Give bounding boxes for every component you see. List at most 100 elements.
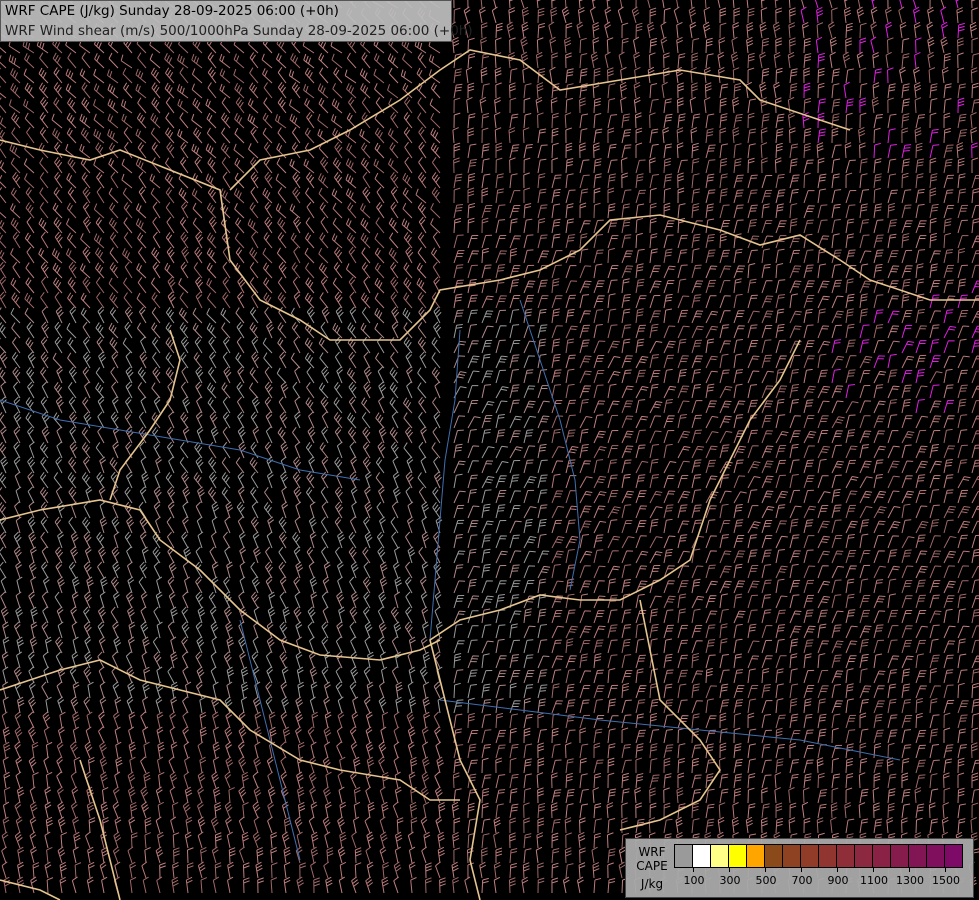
wind-barb (390, 186, 399, 204)
wind-barb (971, 625, 979, 639)
wind-barb (873, 114, 883, 129)
wind-barb (39, 187, 49, 204)
wind-barb (136, 263, 147, 279)
wind-barb (86, 711, 93, 729)
wind-barb (318, 97, 329, 114)
wind-barb (281, 666, 289, 684)
wind-barb (494, 127, 502, 144)
wind-barb (607, 414, 619, 429)
wind-barb (803, 324, 814, 339)
wind-barb (649, 98, 659, 114)
wind-barb (607, 490, 619, 504)
wind-barb (761, 174, 773, 189)
wind-barb (374, 262, 385, 279)
wind-barb (337, 771, 344, 789)
wind-barb (407, 516, 414, 534)
wind-barb (453, 173, 463, 189)
wind-barb (495, 386, 509, 399)
wind-barb (350, 651, 358, 669)
wind-barb (775, 323, 785, 339)
wind-barb (141, 861, 148, 879)
wind-barb (537, 308, 547, 324)
wind-barb (179, 112, 189, 129)
wind-barb (417, 247, 427, 264)
wind-barb (929, 384, 940, 399)
wind-barb (677, 490, 691, 504)
wind-barb (733, 293, 743, 309)
wind-barb (831, 713, 841, 729)
wind-barb (81, 442, 91, 459)
wind-barb (830, 816, 837, 834)
wind-barb (901, 53, 910, 69)
wind-barb (165, 307, 175, 324)
wind-barb (15, 516, 22, 534)
wind-barb (719, 295, 731, 309)
wind-barb (364, 501, 373, 519)
wind-barb (606, 802, 614, 819)
wind-barb (0, 291, 7, 309)
wind-barb (467, 730, 479, 744)
wind-barb (508, 877, 516, 894)
wind-barb (593, 653, 602, 669)
wind-barb (887, 639, 898, 654)
wind-barb (607, 279, 618, 294)
wind-barb (663, 475, 675, 489)
wind-barb (403, 262, 413, 279)
wind-barb (453, 460, 466, 474)
wind-barb (579, 610, 591, 624)
wind-barb (590, 51, 599, 69)
wind-barb (125, 381, 133, 399)
wind-barb (593, 610, 605, 624)
wind-barb (480, 22, 488, 39)
wind-barb (551, 759, 562, 774)
wind-barb (405, 531, 413, 549)
wind-barb (719, 593, 728, 609)
wind-barb (789, 143, 799, 159)
wind-barb (0, 203, 7, 219)
wind-barb (13, 381, 21, 399)
wind-barb (621, 579, 631, 594)
wind-barb (621, 189, 632, 204)
wind-barb (153, 561, 161, 579)
wind-barb (915, 697, 923, 714)
wind-barb (41, 426, 50, 444)
wind-barb (844, 802, 852, 819)
wind-barb (16, 651, 23, 669)
wind-barb (635, 757, 643, 774)
wind-barb (465, 66, 473, 84)
wind-barb (428, 54, 441, 69)
wind-barb (607, 535, 621, 549)
wind-barb (691, 294, 702, 309)
wind-barb (971, 444, 979, 459)
wind-barb (109, 232, 119, 249)
wind-barb (817, 550, 830, 564)
wind-barb (508, 0, 516, 9)
wind-barb (677, 385, 690, 399)
wind-barb (621, 772, 629, 789)
wind-barb (130, 832, 138, 849)
wind-barb (113, 831, 122, 849)
country-border (0, 879, 61, 900)
wind-barb (156, 876, 163, 894)
wind-barb (325, 771, 332, 789)
wind-barb (224, 516, 231, 534)
wind-barb (452, 877, 459, 894)
wind-barb (180, 231, 189, 249)
wind-barb (57, 726, 65, 744)
wind-barb (747, 157, 755, 174)
wind-barb (126, 471, 133, 489)
wind-barb (290, 232, 301, 249)
wind-barb (957, 565, 970, 579)
wind-barb (747, 445, 759, 459)
wind-barb (873, 430, 885, 444)
wind-barb (887, 742, 895, 759)
wind-barb (943, 415, 955, 429)
wind-barb (939, 0, 947, 9)
wind-barb (943, 595, 955, 609)
wind-barb (157, 831, 164, 849)
wind-barb (151, 292, 161, 309)
wind-barb (431, 352, 441, 369)
wind-barb (207, 52, 217, 69)
wind-barb (719, 683, 729, 699)
wind-barb (649, 265, 661, 279)
